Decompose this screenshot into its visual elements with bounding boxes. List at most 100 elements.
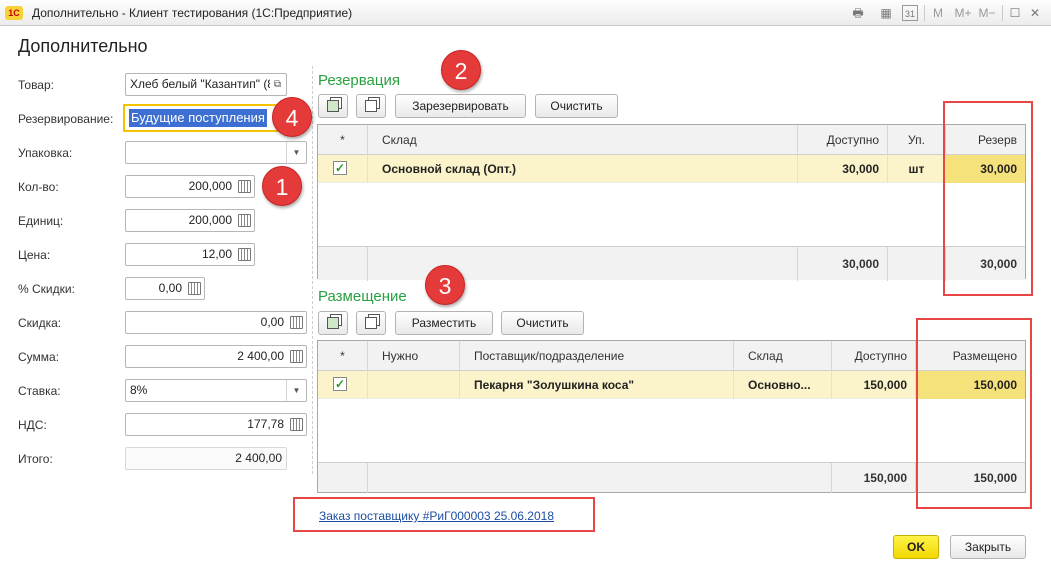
price-field[interactable]: 12,00 <box>125 243 255 266</box>
placement-copy-button[interactable] <box>356 311 386 335</box>
chevron-down-icon[interactable]: ▼ <box>286 380 306 401</box>
calculator-icon[interactable] <box>290 350 303 363</box>
total-value: 2 400,00 <box>235 451 282 465</box>
column-header-mark[interactable]: * <box>318 341 368 371</box>
place-button[interactable]: Разместить <box>395 311 493 335</box>
print-icon[interactable]: 🖶 <box>850 5 866 21</box>
close-button[interactable]: Закрыть <box>950 535 1026 559</box>
package-label: Упаковка: <box>18 146 73 160</box>
column-header-available[interactable]: Доступно <box>798 125 888 155</box>
discount-field[interactable]: 0,00 <box>125 311 307 334</box>
footer-cell <box>368 463 832 493</box>
row-available: 30,000 <box>798 155 888 183</box>
row-warehouse: Основно... <box>734 371 832 399</box>
chevron-down-icon[interactable]: ▼ <box>286 142 306 163</box>
annotation-badge-1: 1 <box>262 166 302 206</box>
table-row[interactable]: ✓ Основной склад (Опт.) 30,000 шт 30,000 <box>318 155 1025 183</box>
row-unit: шт <box>888 155 946 183</box>
annotation-box-reserve <box>943 101 1033 296</box>
m-plus-icon[interactable]: M+ <box>952 5 974 21</box>
reserve-mode-field[interactable]: Будущие поступления <box>123 104 288 132</box>
copy-icon <box>365 317 377 329</box>
close-icon[interactable]: ✕ <box>1028 5 1042 21</box>
column-header-supplier[interactable]: Поставщик/подразделение <box>460 341 734 371</box>
row-check-cell[interactable]: ✓ <box>318 155 368 183</box>
units-field[interactable]: 200,000 <box>125 209 255 232</box>
tovar-field[interactable]: Хлеб белый "Казантип" (8° ⧉ <box>125 73 287 96</box>
footer-available-total: 150,000 <box>832 463 916 493</box>
total-label: Итого: <box>18 452 53 466</box>
column-header-mark[interactable]: * <box>318 125 368 155</box>
rate-label: Ставка: <box>18 384 61 398</box>
units-label: Единиц: <box>18 214 64 228</box>
footer-cell <box>318 247 368 281</box>
calculator-icon[interactable] <box>188 282 201 295</box>
reservation-mark-all-button[interactable] <box>318 94 348 118</box>
sum-field[interactable]: 2 400,00 <box>125 345 307 368</box>
discount-pct-field[interactable]: 0,00 <box>125 277 205 300</box>
reservation-clear-button[interactable]: Очистить <box>535 94 618 118</box>
calendar-icon[interactable]: 31 <box>902 5 918 21</box>
discount-pct-label: % Скидки: <box>18 282 75 296</box>
total-field: 2 400,00 <box>125 447 287 470</box>
m-minus-icon[interactable]: M− <box>976 5 998 21</box>
copy-icon <box>365 100 377 112</box>
placement-mark-all-button[interactable] <box>318 311 348 335</box>
calculator-icon[interactable] <box>290 316 303 329</box>
window-title: Дополнительно - Клиент тестирования (1С:… <box>32 6 353 20</box>
vat-label: НДС: <box>18 418 47 432</box>
vat-value: 177,78 <box>247 417 284 431</box>
annotation-box-placed <box>916 318 1032 509</box>
reservation-title: Резервация <box>318 72 400 89</box>
table-footer: 30,000 30,000 <box>318 246 1025 281</box>
calculator-icon[interactable] <box>238 180 251 193</box>
row-supplier: Пекарня "Золушкина коса" <box>460 371 734 399</box>
discount-pct-value: 0,00 <box>158 281 182 295</box>
m-icon[interactable]: M <box>930 5 946 21</box>
row-warehouse: Основной склад (Опт.) <box>368 155 798 183</box>
annotation-badge-4: 4 <box>272 97 312 137</box>
annotation-box-order-link <box>293 497 595 532</box>
package-select[interactable]: ▼ <box>125 141 307 164</box>
row-check-cell[interactable]: ✓ <box>318 371 368 399</box>
reservation-copy-button[interactable] <box>356 94 386 118</box>
placement-clear-button[interactable]: Очистить <box>501 311 584 335</box>
footer-available-total: 30,000 <box>798 247 888 281</box>
checkbox-checked-icon[interactable]: ✓ <box>333 161 347 175</box>
checkbox-checked-icon[interactable]: ✓ <box>333 377 347 391</box>
row-needed <box>368 371 460 399</box>
units-value: 200,000 <box>188 213 232 227</box>
app-logo-icon: 1С <box>5 6 23 20</box>
vat-field[interactable]: 177,78 <box>125 413 307 436</box>
reserve-mode-value: Будущие поступления <box>129 109 267 127</box>
qty-field[interactable]: 200,000 <box>125 175 255 198</box>
qty-value: 200,000 <box>188 179 232 193</box>
calculator-icon[interactable] <box>290 418 303 431</box>
reserve-button[interactable]: Зарезервировать <box>395 94 526 118</box>
column-header-warehouse[interactable]: Склад <box>734 341 832 371</box>
toolbar-separator <box>1002 5 1003 21</box>
footer-cell <box>888 247 946 281</box>
vertical-divider <box>312 66 313 474</box>
column-header-unit[interactable]: Уп. <box>888 125 946 155</box>
reserve-mode-label: Резервирование: <box>18 112 114 126</box>
column-header-available[interactable]: Доступно <box>832 341 916 371</box>
row-available: 150,000 <box>832 371 916 399</box>
column-header-needed[interactable]: Нужно <box>368 341 460 371</box>
column-header-warehouse[interactable]: Склад <box>368 125 798 155</box>
ok-button[interactable]: OK <box>893 535 939 559</box>
footer-cell <box>318 463 368 493</box>
form-title: Дополнительно <box>18 36 148 56</box>
open-icon[interactable]: ⧉ <box>271 78 284 91</box>
check-all-icon <box>327 100 339 112</box>
maximize-icon[interactable]: ☐ <box>1008 5 1022 21</box>
qty-label: Кол-во: <box>18 180 59 194</box>
annotation-badge-2: 2 <box>441 50 481 90</box>
calculator-icon[interactable] <box>238 248 251 261</box>
calculator-icon[interactable] <box>238 214 251 227</box>
table-icon[interactable]: ▦ <box>878 5 894 21</box>
discount-label: Скидка: <box>18 316 62 330</box>
check-all-icon <box>327 317 339 329</box>
rate-select[interactable]: 8% ▼ <box>125 379 307 402</box>
sum-value: 2 400,00 <box>237 349 284 363</box>
